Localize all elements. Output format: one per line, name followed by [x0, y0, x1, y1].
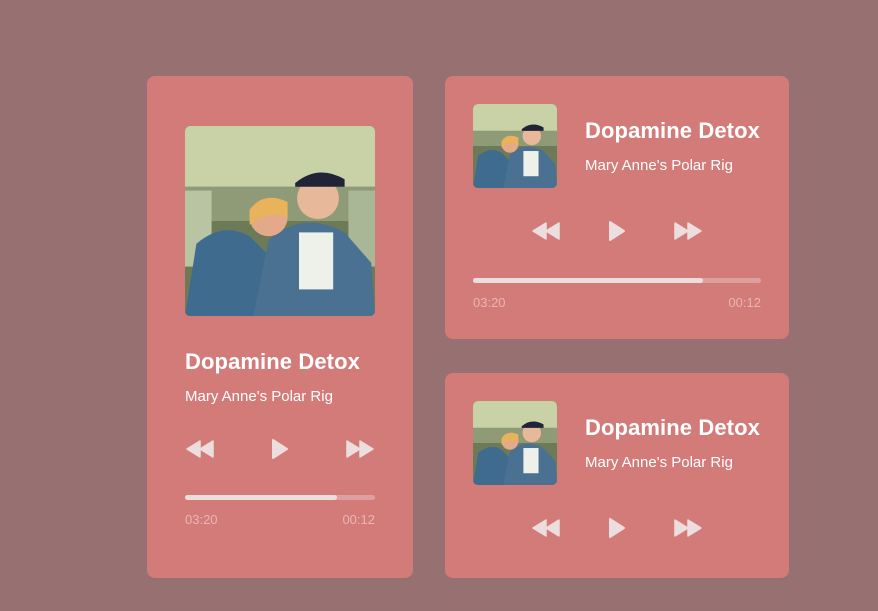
play-button[interactable]: [605, 513, 629, 543]
fast-forward-icon: [674, 519, 702, 537]
track-artist: Mary Anne's Polar Rig: [185, 388, 333, 405]
rewind-icon: [186, 440, 214, 458]
music-player-card-compact-progress: Dopamine Detox Mary Anne's Polar Rig 03:…: [445, 76, 789, 339]
fast-forward-icon: [674, 222, 702, 240]
total-time: 00:12: [342, 512, 375, 527]
track-artist: Mary Anne's Polar Rig: [585, 454, 733, 471]
play-button[interactable]: [268, 434, 292, 464]
album-art: [473, 104, 557, 188]
album-art: [185, 126, 375, 316]
rewind-button[interactable]: [531, 513, 561, 543]
rewind-icon: [532, 519, 560, 537]
total-time: 00:12: [728, 295, 761, 310]
play-icon: [609, 221, 625, 241]
playback-controls: [531, 216, 703, 246]
play-button[interactable]: [605, 216, 629, 246]
play-icon: [609, 518, 625, 538]
fast-forward-button[interactable]: [345, 434, 375, 464]
rewind-icon: [532, 222, 560, 240]
rewind-button[interactable]: [531, 216, 561, 246]
play-icon: [272, 439, 288, 459]
music-player-card-large: Dopamine Detox Mary Anne's Polar Rig 03:…: [147, 76, 413, 578]
playback-controls: [531, 513, 703, 543]
progress-bar[interactable]: [185, 495, 375, 500]
track-title: Dopamine Detox: [185, 349, 360, 374]
music-player-card-compact: Dopamine Detox Mary Anne's Polar Rig: [445, 373, 789, 578]
track-title: Dopamine Detox: [585, 118, 760, 143]
fast-forward-icon: [346, 440, 374, 458]
album-art: [473, 401, 557, 485]
playback-controls: [185, 434, 375, 464]
elapsed-time: 03:20: [185, 512, 218, 527]
progress-bar[interactable]: [473, 278, 761, 283]
progress-fill: [473, 278, 704, 283]
rewind-button[interactable]: [185, 434, 215, 464]
track-artist: Mary Anne's Polar Rig: [585, 157, 733, 174]
elapsed-time: 03:20: [473, 295, 506, 310]
fast-forward-button[interactable]: [673, 216, 703, 246]
progress-fill: [185, 495, 337, 500]
track-title: Dopamine Detox: [585, 415, 760, 440]
fast-forward-button[interactable]: [673, 513, 703, 543]
